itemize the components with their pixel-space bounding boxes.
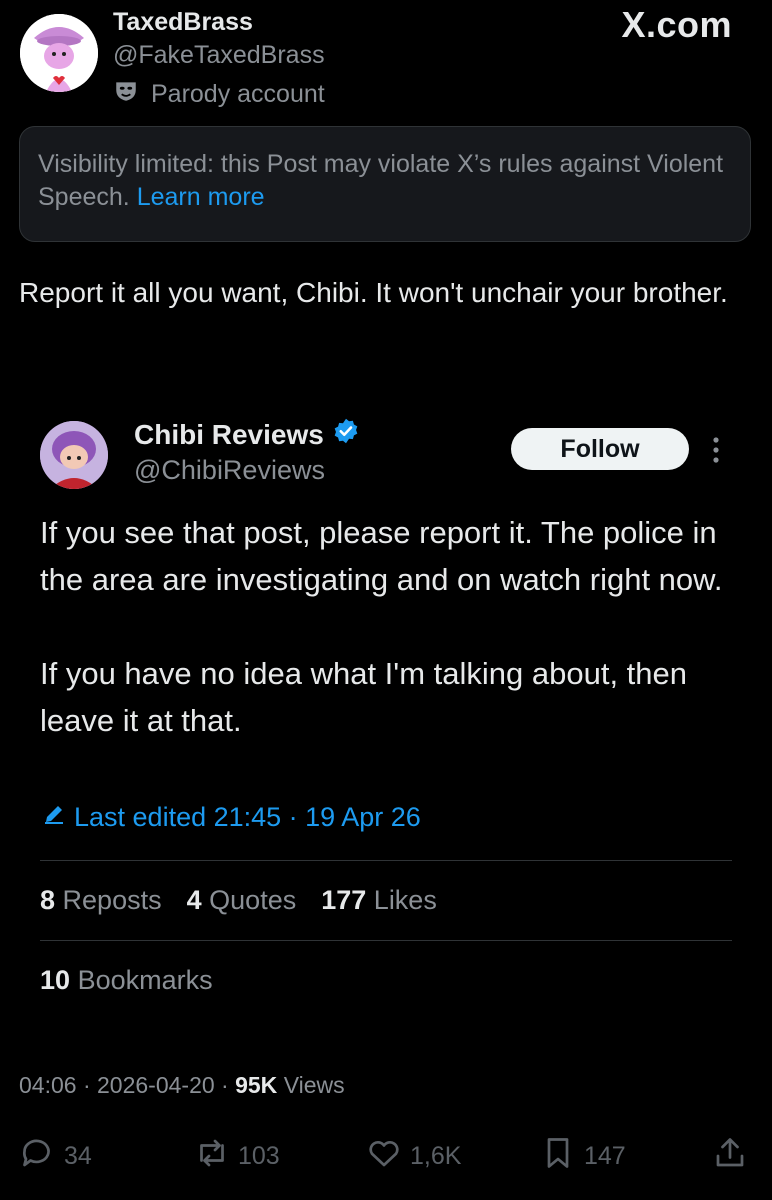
reply-icon [20,1135,56,1178]
quotes-stat[interactable]: 4 Quotes [187,885,297,916]
quoted-author-handle[interactable]: @ChibiReviews [134,455,325,486]
quoted-paragraph-1: If you see that post, please report it. … [40,515,723,597]
author-avatar[interactable] [20,14,98,92]
quoted-paragraph-2: If you have no idea what I'm talking abo… [40,656,688,738]
bookmarks-stat[interactable]: 10 Bookmarks [40,965,213,996]
engagement-stats: 8 Reposts 4 Quotes 177 Likes [40,885,437,916]
post-text: Report it all you want, Chibi. It won't … [19,277,728,308]
bookmark-count: 147 [584,1142,626,1170]
author-name[interactable]: TaxedBrass [113,8,253,37]
repost-count: 103 [238,1142,280,1170]
follow-button[interactable]: Follow [511,428,689,470]
bookmark-icon [540,1135,576,1178]
quoted-author[interactable]: Chibi Reviews [134,417,360,452]
quoted-author-avatar[interactable] [40,421,108,489]
views-label: Views [283,1072,345,1098]
more-options-icon[interactable] [706,430,726,470]
likes-stat[interactable]: 177 Likes [321,885,437,916]
verified-badge-icon [332,417,360,452]
views-count: 95K [235,1072,278,1098]
parody-label: Parody account [151,80,325,108]
quoted-author-name[interactable]: Chibi Reviews [134,419,324,451]
edited-label[interactable]: Last edited 21:45 · 19 Apr 26 [74,802,421,833]
brand-wordmark: X.com [621,4,732,45]
author-handle[interactable]: @FakeTaxedBrass [113,41,325,70]
like-button[interactable]: 1,6K [366,1135,461,1178]
repost-button[interactable]: 103 [194,1135,280,1178]
quoted-post-text: If you see that post, please report it. … [40,509,750,744]
post-meta: 04:06 · 2026-04-20 · 95K Views [19,1072,345,1099]
reply-count: 34 [64,1142,92,1170]
reply-button[interactable]: 34 [20,1135,92,1178]
like-icon [366,1135,402,1178]
divider [40,860,732,861]
share-icon [712,1135,748,1178]
parody-badge: Parody account [113,78,325,111]
edit-pencil-icon [42,802,66,833]
post-timestamp: 04:06 · 2026-04-20 · [19,1072,236,1098]
divider [40,940,732,941]
parody-mask-icon [113,78,139,111]
reposts-stat[interactable]: 8 Reposts [40,885,162,916]
like-count: 1,6K [410,1142,462,1170]
edit-history-link[interactable]: Last edited 21:45 · 19 Apr 26 [42,802,421,833]
share-button[interactable] [712,1135,748,1178]
learn-more-link[interactable]: Learn more [137,183,265,211]
visibility-notice: Visibility limited: this Post may violat… [19,126,751,242]
repost-icon [194,1135,230,1178]
bookmark-button[interactable]: 147 [540,1135,626,1178]
